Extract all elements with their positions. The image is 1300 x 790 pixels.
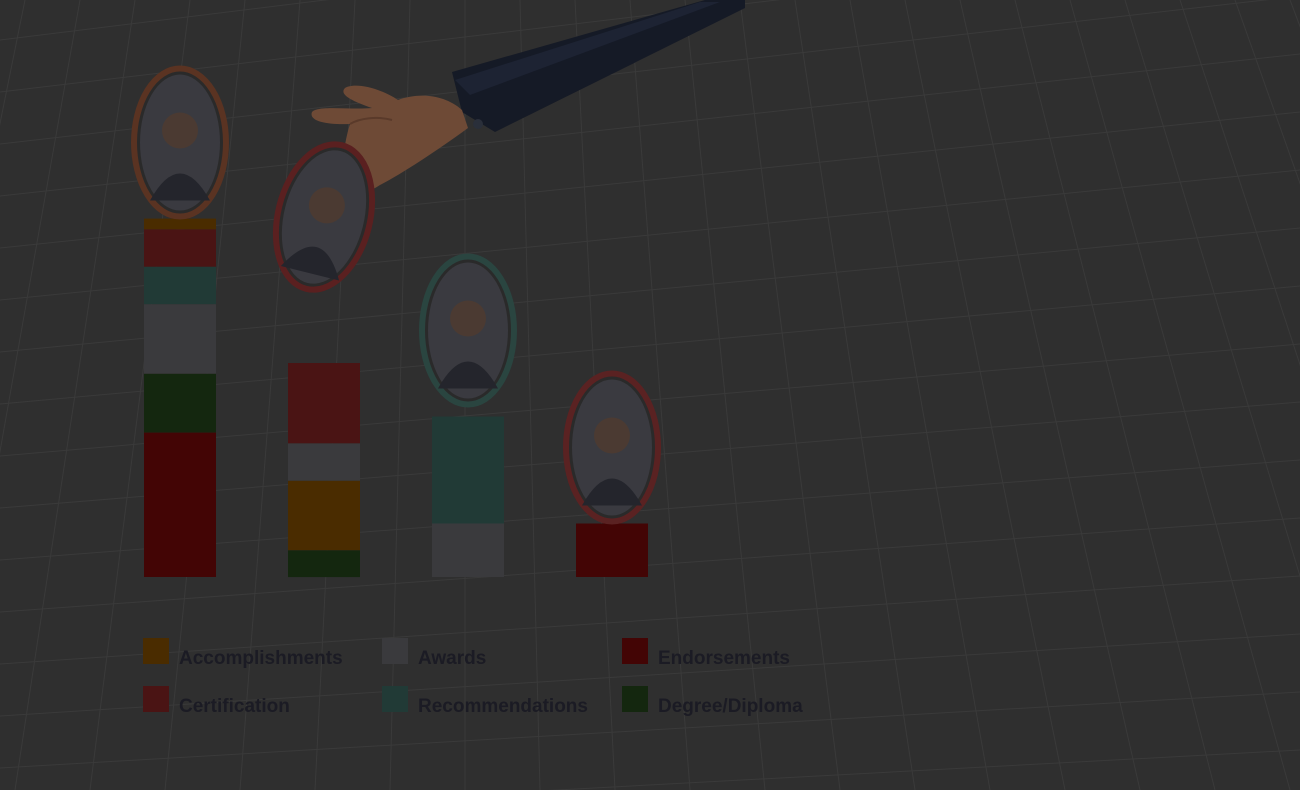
grid-line (14, 0, 136, 790)
legend-swatch-awards (382, 638, 408, 664)
avatar-head (450, 300, 486, 337)
legend-swatch-degree-diploma (622, 686, 648, 712)
grid-line (0, 0, 81, 455)
bar-segment-degree-diploma (288, 550, 360, 578)
bars-group (144, 218, 648, 578)
bar-segment-endorsements (144, 432, 216, 577)
avatar-head (162, 112, 198, 149)
bar-segment-recommendations (144, 266, 216, 305)
bar-segment-certification (144, 229, 216, 267)
grid-line (0, 0, 26, 126)
bar-candidate-4 (576, 523, 648, 577)
grid-line (904, 0, 1066, 790)
grid-line (547, 749, 1300, 790)
bar-candidate-3 (432, 416, 504, 577)
grid-line (959, 0, 1141, 790)
legend-label-degree-diploma: Degree/Diploma (658, 696, 803, 717)
avatar-candidate-3 (419, 253, 517, 408)
bar-candidate-2 (288, 363, 360, 578)
bar-segment-degree-diploma (144, 373, 216, 433)
grid-line (849, 0, 991, 790)
bar-segment-certification (288, 363, 360, 444)
bar-segment-endorsements (576, 523, 648, 577)
bar-segment-awards (288, 443, 360, 481)
bar-segment-accomplishments (288, 480, 360, 551)
bar-segment-awards (144, 304, 216, 374)
avatar-candidate-1 (131, 65, 229, 220)
bar-candidate-1 (144, 218, 216, 577)
legend-swatch-accomplishments (143, 638, 169, 664)
legend-label-recommendations: Recommendations (418, 696, 588, 717)
grid-line (1014, 0, 1216, 790)
bar-segment-accomplishments (144, 218, 216, 230)
legend-label-awards: Awards (418, 648, 487, 669)
legend-swatch-endorsements (622, 638, 648, 664)
bar-segment-awards (432, 523, 504, 577)
avatar-candidate-4 (563, 370, 661, 525)
hand-icon (311, 0, 745, 192)
grid-line (1289, 0, 1300, 28)
legend-label-accomplishments: Accomplishments (179, 648, 343, 669)
grid-line (1069, 0, 1291, 790)
grid-line (1124, 0, 1300, 578)
legend-swatch-certification (143, 686, 169, 712)
chart-legend: Accomplishments Awards Endorsements Cert… (143, 638, 863, 718)
avatar-head (594, 417, 630, 454)
bar-segment-recommendations (432, 416, 504, 524)
legend-label-endorsements: Endorsements (658, 648, 790, 669)
legend-label-certification: Certification (179, 696, 290, 717)
legend-swatch-recommendations (382, 686, 408, 712)
